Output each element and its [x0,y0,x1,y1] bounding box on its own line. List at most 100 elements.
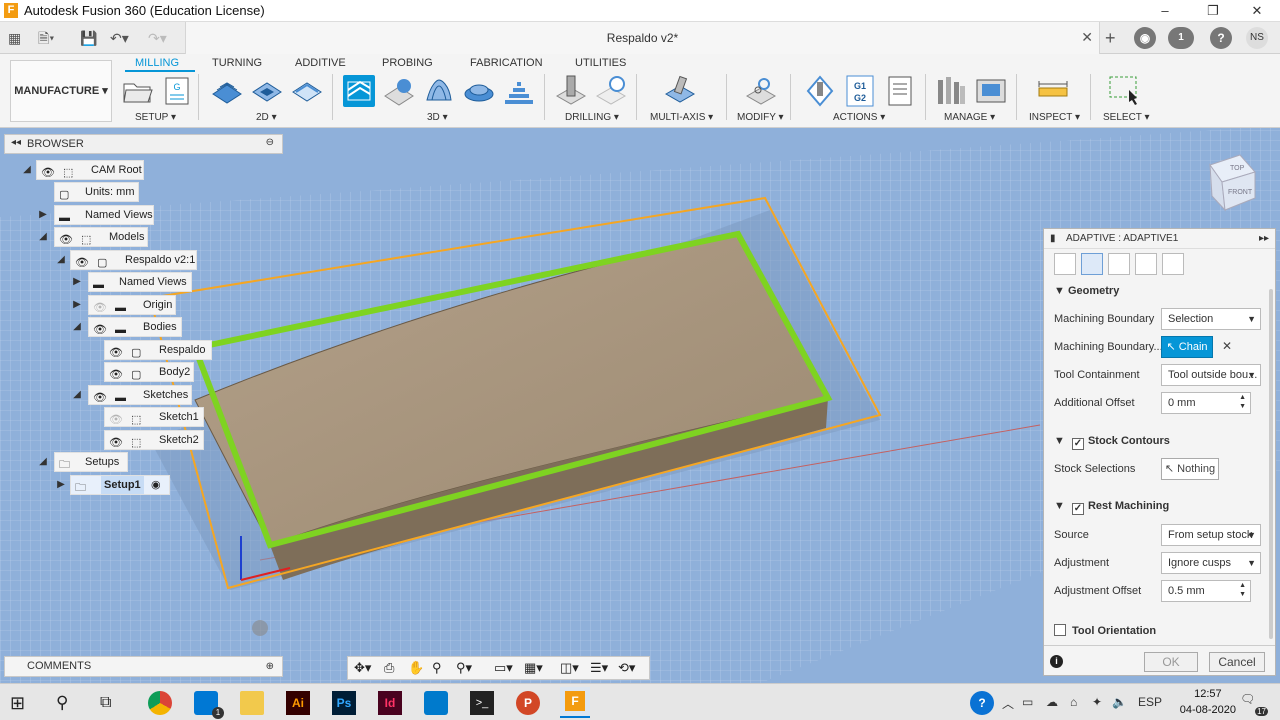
extensions-icon[interactable]: ◉ [1134,27,1156,49]
indesign-icon[interactable]: Id [378,691,402,715]
view-cube-front[interactable]: FRONT [1228,189,1253,196]
browser-pin-icon[interactable]: ⊖ [266,137,274,148]
group-manage[interactable]: MANAGE ▾ [944,112,995,123]
eye-hidden-icon[interactable]: 👁 [109,411,123,426]
tab-fabrication[interactable]: FABRICATION [470,57,543,69]
additional-offset-input[interactable]: 0 mm ▲ ▼ [1161,392,1251,414]
eye-icon[interactable]: 👁 [109,344,123,359]
expand-named-views-2-icon[interactable]: ▶ [70,275,84,289]
save-icon[interactable]: 💾 [80,28,97,48]
eye-icon[interactable]: 👁 [109,434,123,449]
machine-library-icon[interactable] [974,74,1008,108]
setup-folder-icon[interactable] [120,74,154,108]
simulation-icon[interactable]: ☰▾ [590,660,608,676]
group-multi-axis[interactable]: MULTI-AXIS ▾ [650,112,713,123]
job-status-icon[interactable]: 1 [1168,27,1194,49]
data-panel-grid-icon[interactable]: ▦ [8,28,21,48]
3d-pocket-icon[interactable] [382,74,416,108]
section-rest-machining[interactable]: ▼ ✓ Rest Machining [1054,500,1169,515]
3d-adaptive-icon[interactable] [342,74,376,108]
eye-icon[interactable]: 👁 [93,321,107,336]
photoshop-icon[interactable]: Ps [332,691,356,715]
illustrator-icon[interactable]: Ai [286,691,310,715]
dialog-header[interactable]: ▮ ADAPTIVE : ADAPTIVE1 ▸▸ [1044,229,1275,249]
undo-icon[interactable]: ↶▾ [110,28,129,48]
tree-node-setups[interactable]: 🗀 Setups [54,452,128,472]
window-select-icon[interactable] [1107,74,1141,108]
adjustment-offset-input[interactable]: 0.5 mm ▲ ▼ [1161,580,1251,602]
tree-node-sketch1[interactable]: 👁 ⬚ Sketch1 [104,407,204,427]
help-icon[interactable]: ? [1210,27,1232,49]
expand-sketches-icon[interactable]: ◢ [70,388,84,402]
system-clock[interactable]: 12:57 04-08-2020 [1180,686,1236,718]
expand-origin-icon[interactable]: ▶ [70,298,84,312]
tree-node-body2[interactable]: 👁 ▢ Body2 [104,362,194,382]
file-explorer-icon[interactable] [240,691,264,715]
network-icon[interactable]: ⌂ [1070,695,1077,709]
group-inspect[interactable]: INSPECT ▾ [1029,112,1080,123]
group-actions[interactable]: ACTIONS ▾ [833,112,885,123]
tree-node-sketch2[interactable]: 👁 ⬚ Sketch2 [104,430,204,450]
new-tab-icon[interactable]: + [1105,28,1116,48]
source-select[interactable]: From setup stock ▼ [1161,524,1261,546]
powerpoint-icon[interactable]: P [516,691,540,715]
section-geometry[interactable]: ▼ Geometry [1054,285,1119,297]
group-setup[interactable]: SETUP ▾ [135,112,176,123]
tree-node-sketches[interactable]: 👁 ▬ Sketches [88,385,192,405]
tab-turning[interactable]: TURNING [212,57,262,69]
group-3d[interactable]: 3D ▾ [427,112,448,123]
setup-sheet-icon[interactable] [883,74,917,108]
chain-select-button[interactable]: ↖ Chain [1161,336,1213,358]
minimize-button[interactable]: – [1142,0,1188,22]
tab-milling[interactable]: MILLING [135,57,179,69]
collapse-browser-icon[interactable]: ◂◂ [11,137,21,148]
chrome-icon[interactable] [148,691,172,715]
battery-icon[interactable]: ▭ [1022,695,1033,709]
tool-orientation-checkbox[interactable] [1054,624,1066,636]
2d-adaptive-icon[interactable] [210,74,244,108]
section-tool-orientation[interactable]: Tool Orientation [1054,622,1156,637]
browser-header[interactable]: ◂◂ BROWSER ⊖ [4,134,283,154]
horizontal-icon[interactable] [502,74,536,108]
expand-setup1-icon[interactable]: ▶ [54,478,68,492]
tree-node-named-views[interactable]: ▬ Named Views [54,205,154,225]
eye-icon[interactable]: 👁 [59,231,73,246]
measure-icon[interactable] [1036,74,1070,108]
close-tab-icon[interactable]: ✕ [1081,29,1093,46]
group-2d[interactable]: 2D ▾ [256,112,277,123]
expand-bodies-icon[interactable]: ◢ [70,320,84,334]
ok-button[interactable]: OK [1144,652,1198,672]
tool-library-icon[interactable] [934,74,968,108]
redo-icon[interactable]: ↷▾ [148,28,167,48]
windows-start-icon[interactable]: ⊞ [10,691,34,715]
tree-node-cam-root[interactable]: 👁 ⬚ CAM Root [36,160,144,180]
expand-component-icon[interactable]: ◢ [54,253,68,267]
eye-hidden-icon[interactable]: 👁 [93,299,107,314]
stock-selections-button[interactable]: ↖ Nothing [1161,458,1219,480]
face-icon[interactable] [290,74,324,108]
stock-contours-checkbox[interactable]: ✓ [1071,438,1084,450]
tree-node-origin[interactable]: 👁 ▬ Origin [88,295,176,315]
tree-node-bodies[interactable]: 👁 ▬ Bodies [88,317,182,337]
expand-models-icon[interactable]: ◢ [36,230,50,244]
pan-icon[interactable]: ✋ [408,660,424,676]
tab-utilities[interactable]: UTILITIES [575,57,626,69]
expand-setups-icon[interactable]: ◢ [36,455,50,469]
orbit-icon[interactable]: ✥▾ [354,660,371,676]
eye-icon[interactable]: 👁 [41,164,55,179]
search-icon[interactable]: ⚲ [56,691,80,715]
terminal-icon[interactable]: >_ [470,691,494,715]
tab-probing[interactable]: PROBING [382,57,433,69]
look-at-icon[interactable]: ⎙ [384,660,394,676]
task-view-icon[interactable]: ⧉ [100,691,124,715]
clear-selection-icon[interactable]: ✕ [1222,339,1232,353]
cloud-icon[interactable]: ☁ [1046,695,1058,709]
modify-scissors-icon[interactable] [744,74,778,108]
nc-program-icon[interactable]: G [160,74,194,108]
adjustment-select[interactable]: Ignore cusps ▼ [1161,552,1261,574]
comments-toggle-icon[interactable]: ⊕ [266,657,274,676]
machining-boundary-select[interactable]: Selection ▼ [1161,308,1261,330]
mail-icon[interactable]: 1 [194,691,224,719]
dialog-drag-handle-icon[interactable]: ▮ [1050,229,1056,249]
expand-cam-root-icon[interactable]: ◢ [20,163,34,177]
